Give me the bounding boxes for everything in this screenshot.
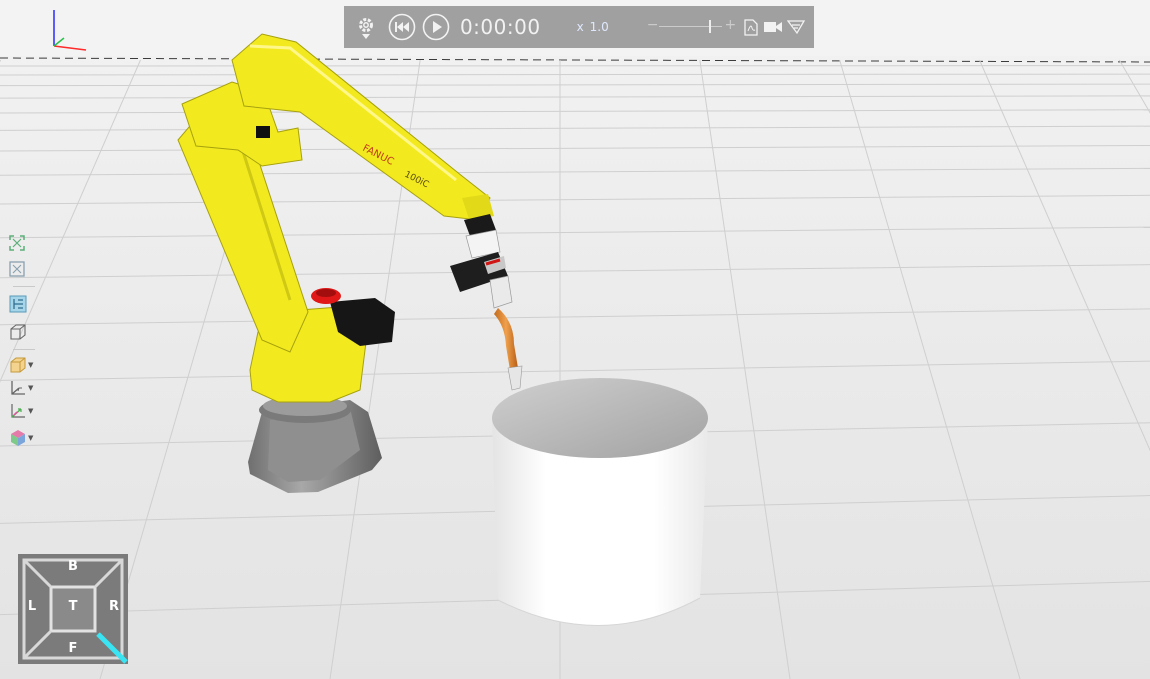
- gear-icon: [358, 17, 373, 32]
- chevron-down-icon: ▼: [28, 407, 34, 415]
- object-color-icon: [11, 430, 25, 446]
- zoom-window-icon: [9, 261, 25, 277]
- scene-canvas[interactable]: FANUC 100iC: [0, 0, 1150, 679]
- cylinder-workpiece: [492, 378, 708, 626]
- display-mode-icon: [10, 357, 26, 373]
- speed-decrease-icon[interactable]: −: [647, 17, 659, 33]
- play-icon: [422, 13, 450, 41]
- wireframe-button[interactable]: [9, 322, 41, 342]
- 3d-viewport[interactable]: FANUC 100iC 0:00:00 x 1.0 − + ▼ ▼ ▼ ▼ B …: [0, 0, 1150, 679]
- zoom-window-button[interactable]: [9, 259, 41, 279]
- nav-back-face[interactable]: B: [63, 559, 83, 574]
- axis-triad-icon: [53, 10, 87, 51]
- settings-button[interactable]: [352, 9, 380, 45]
- pdf-export-icon: [743, 18, 758, 36]
- nav-right-face[interactable]: R: [104, 599, 124, 614]
- chevron-down-icon: [361, 33, 370, 39]
- playback-time: 0:00:00: [459, 15, 541, 39]
- speed-prefix: x: [576, 20, 584, 34]
- chevron-down-icon: ▼: [28, 434, 34, 442]
- view-tools-strip: ▼ ▼ ▼ ▼: [5, 228, 43, 454]
- axis-frame-button[interactable]: ▼: [9, 378, 41, 398]
- display-mode-button[interactable]: ▼: [9, 355, 41, 375]
- wireframe-box-icon: [10, 324, 26, 340]
- speed-increase-icon[interactable]: +: [724, 17, 736, 33]
- speed-slider-thumb[interactable]: [709, 20, 712, 33]
- nav-left-face[interactable]: L: [22, 599, 42, 614]
- nav-top-face[interactable]: T: [63, 599, 83, 614]
- zoom-fit-button[interactable]: [9, 233, 41, 253]
- section-view-icon: [9, 295, 27, 313]
- grid-plane-icon: [11, 404, 25, 418]
- chevron-down-icon: ▼: [28, 361, 34, 369]
- rewind-icon: [388, 13, 416, 41]
- view-navigation-cube[interactable]: B L T R F: [18, 554, 128, 664]
- speed-slider[interactable]: − +: [647, 17, 736, 37]
- video-record-icon: [764, 22, 783, 32]
- rewind-button[interactable]: [388, 12, 416, 42]
- play-button[interactable]: [422, 12, 450, 42]
- playback-toolbar: 0:00:00 x 1.0 − +: [344, 6, 814, 48]
- nav-front-face[interactable]: F: [63, 641, 83, 656]
- speed-value[interactable]: 1.0: [590, 20, 609, 34]
- axis-frame-icon: [11, 381, 25, 395]
- record-video-button[interactable]: [763, 17, 784, 37]
- toolpath-button[interactable]: [785, 17, 806, 37]
- toolpath-icon: [786, 20, 805, 35]
- section-view-button[interactable]: [9, 294, 41, 314]
- object-color-button[interactable]: ▼: [9, 428, 41, 448]
- zoom-fit-icon: [9, 235, 25, 251]
- grid-plane-button[interactable]: ▼: [9, 401, 41, 421]
- export-pdf-button[interactable]: [742, 17, 759, 37]
- chevron-down-icon: ▼: [28, 384, 34, 392]
